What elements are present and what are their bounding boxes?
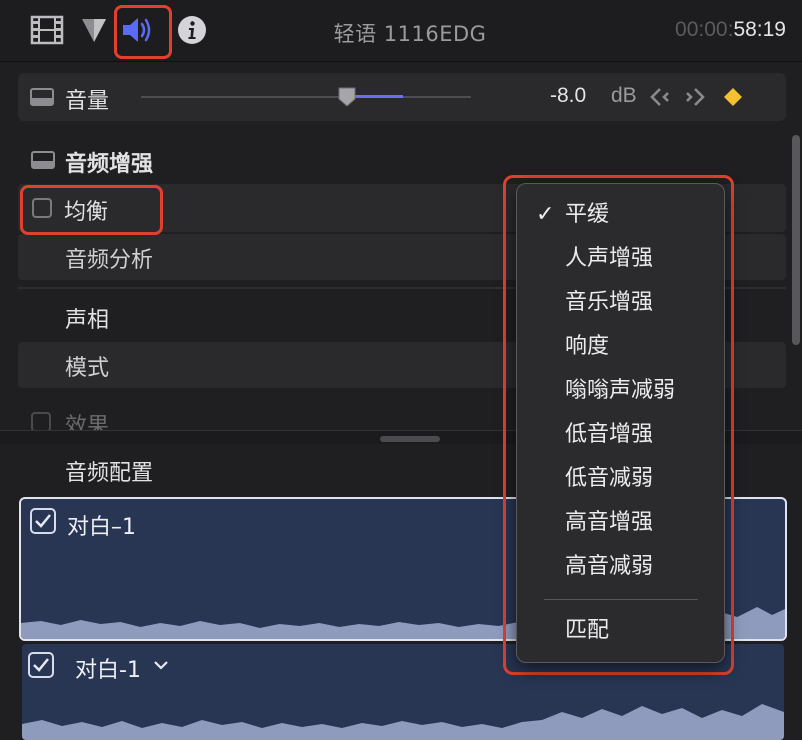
channel-checkbox[interactable]: [30, 508, 56, 534]
volume-slider-knob[interactable]: [338, 87, 356, 107]
volume-label: 音量: [65, 89, 110, 114]
pan-title: 声相: [65, 308, 110, 333]
effects-checkbox[interactable]: [31, 412, 51, 432]
menu-item-match[interactable]: 匹配: [517, 611, 724, 651]
volume-slider-fill: [353, 95, 403, 98]
menu-item-label: 低音减弱: [565, 466, 654, 491]
inspector-toolbar: 轻语 1116EDG 00:00:58:19: [0, 0, 802, 62]
equalization-preset-menu: ✓ 平缓 人声增强 音乐增强 响度 嗡嗡声减弱 低音增强 低音减弱 高音增强 高…: [516, 183, 725, 663]
menu-item-label: 高音增强: [565, 510, 654, 535]
timecode-bright: 58:19: [733, 18, 786, 41]
channel-checkbox[interactable]: [28, 652, 54, 678]
equalization-highlight: [20, 185, 163, 235]
waveform: [22, 704, 784, 740]
menu-item-label: 高音减弱: [565, 554, 654, 579]
volume-row: 音量 -8.0 dB: [18, 73, 786, 121]
timecode: 00:00:58:19: [675, 18, 786, 42]
channel-name: 对白–1: [67, 515, 136, 540]
menu-item-treble-boost[interactable]: 高音增强: [517, 503, 724, 543]
splitter-handle[interactable]: [380, 436, 440, 442]
menu-item-bass-reduce[interactable]: 低音减弱: [517, 459, 724, 499]
pan-mode-label: 模式: [65, 356, 110, 381]
volume-unit: dB: [611, 84, 637, 107]
volume-toggle-icon[interactable]: [30, 88, 54, 106]
menu-separator: [544, 599, 698, 600]
menu-item-flat[interactable]: ✓ 平缓: [517, 195, 724, 235]
menu-item-hum-reduction[interactable]: 嗡嗡声减弱: [517, 371, 724, 411]
menu-item-bass-boost[interactable]: 低音增强: [517, 415, 724, 455]
menu-item-label: 平缓: [565, 202, 610, 227]
menu-item-label: 匹配: [565, 618, 610, 643]
menu-item-voice-enhance[interactable]: 人声增强: [517, 239, 724, 279]
menu-item-label: 人声增强: [565, 246, 654, 271]
audio-analysis-label: 音频分析: [65, 248, 154, 273]
menu-item-label: 嗡嗡声减弱: [565, 378, 676, 403]
keyframe-next-icon[interactable]: [683, 85, 707, 109]
menu-item-treble-reduce[interactable]: 高音减弱: [517, 547, 724, 587]
menu-item-music-enhance[interactable]: 音乐增强: [517, 283, 724, 323]
menu-item-label: 低音增强: [565, 422, 654, 447]
keyframe-prev-icon[interactable]: [648, 85, 672, 109]
audio-config-title: 音频配置: [65, 461, 154, 486]
enhancements-toggle-icon[interactable]: [31, 151, 55, 169]
inspector-scrollbar[interactable]: [792, 135, 800, 345]
channel-name: 对白-1: [75, 658, 141, 683]
volume-slider-track[interactable]: [141, 96, 471, 98]
timecode-dim: 00:00:: [675, 18, 734, 41]
chevron-down-icon[interactable]: [152, 656, 170, 674]
keyframe-add-icon[interactable]: [723, 87, 743, 107]
enhancements-title: 音频增强: [65, 152, 154, 177]
menu-checkmark-icon: ✓: [536, 202, 555, 227]
volume-value[interactable]: -8.0: [550, 84, 586, 108]
menu-item-loudness[interactable]: 响度: [517, 327, 724, 367]
menu-item-label: 音乐增强: [565, 290, 654, 315]
menu-item-label: 响度: [565, 334, 610, 359]
